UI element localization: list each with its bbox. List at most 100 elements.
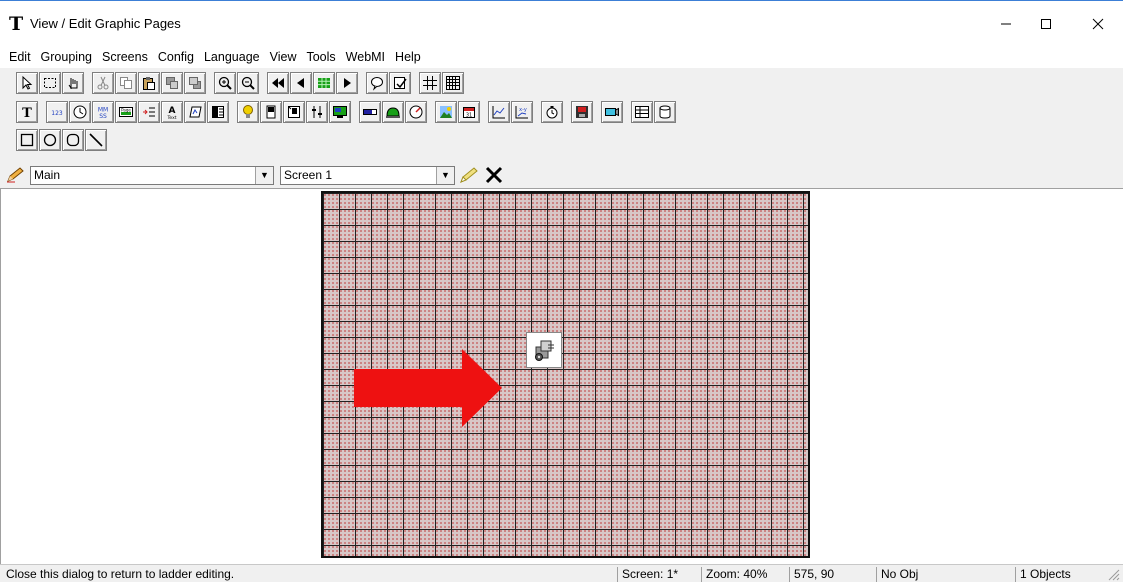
next-screen-icon (344, 78, 351, 88)
hand-pointer-button[interactable] (62, 72, 84, 94)
camera-button[interactable] (601, 101, 623, 123)
lamp-button[interactable] (237, 101, 259, 123)
trend-chart-button[interactable] (488, 101, 510, 123)
rectangle-tool-button[interactable] (16, 129, 38, 151)
numeric-display-button[interactable]: 123 (46, 101, 68, 123)
slider-button[interactable] (306, 101, 328, 123)
rename-screen-icon[interactable] (458, 165, 480, 185)
canvas-object[interactable] (526, 332, 562, 368)
title-bar: T View / Edit Graphic Pages (0, 0, 1123, 46)
app-icon: T (9, 13, 24, 35)
trend-chart-icon (492, 106, 505, 119)
tank-button[interactable] (654, 101, 676, 123)
numeric-display-icon: 123 (51, 110, 63, 117)
data-table-icon (635, 106, 649, 118)
bezel-button[interactable] (382, 101, 404, 123)
screen-select[interactable]: Screen 1 ▼ (280, 166, 455, 185)
clock-button[interactable] (69, 101, 91, 123)
next-screen-button[interactable] (336, 72, 358, 94)
svg-text:Page: Page (121, 108, 131, 113)
tank-icon (659, 105, 671, 119)
close-icon (1092, 18, 1104, 30)
grid-button[interactable] (419, 72, 441, 94)
switch-button[interactable] (260, 101, 282, 123)
minimize-icon (1001, 23, 1011, 25)
fine-grid-button[interactable] (442, 72, 464, 94)
pencil-icon[interactable] (5, 166, 25, 184)
resize-grip-icon[interactable] (1106, 567, 1120, 581)
chevron-down-icon[interactable]: ▼ (436, 167, 454, 184)
svg-text:x-y: x-y (519, 107, 527, 113)
gear-object-icon (535, 340, 554, 361)
bitmap-icon (189, 106, 202, 118)
red-arrow-annotation (354, 349, 502, 427)
page-button[interactable]: Page (115, 101, 137, 123)
text-label-button[interactable]: A Text (161, 101, 183, 123)
gauge-button[interactable] (405, 101, 427, 123)
menu-view[interactable]: View (265, 47, 302, 67)
text-tool-button[interactable]: T (16, 101, 38, 123)
send-back-button[interactable] (184, 72, 206, 94)
fine-grid-icon (446, 76, 460, 90)
svg-text:123: 123 (51, 110, 63, 117)
copy-icon (120, 77, 132, 89)
cut-button[interactable] (92, 72, 114, 94)
text-tool-icon: T (22, 106, 32, 120)
calendar-button[interactable]: 31 (458, 101, 480, 123)
menu-grouping[interactable]: Grouping (36, 47, 97, 67)
menu-config[interactable]: Config (153, 47, 199, 67)
screen-grid-button[interactable] (313, 72, 335, 94)
maximize-button[interactable] (1023, 9, 1069, 39)
time-display-button[interactable]: MM SS (92, 101, 114, 123)
drawing-toolbar (16, 129, 108, 151)
menu-webmi[interactable]: WebMI (341, 47, 390, 67)
marquee-select-icon (44, 78, 56, 88)
slider-icon (312, 106, 322, 118)
menu-help[interactable]: Help (390, 47, 426, 67)
grid-icon (423, 76, 437, 90)
paste-button[interactable] (138, 72, 160, 94)
menu-tools[interactable]: Tools (301, 47, 340, 67)
menu-screens[interactable]: Screens (97, 47, 153, 67)
page-select[interactable]: Main ▼ (30, 166, 274, 185)
zoom-in-button[interactable] (214, 72, 236, 94)
tooltip-icon (371, 77, 383, 91)
first-screen-button[interactable] (267, 72, 289, 94)
bitmap-button[interactable] (184, 101, 206, 123)
bar-button[interactable] (359, 101, 381, 123)
save-button[interactable] (571, 101, 593, 123)
copy-button[interactable] (115, 72, 137, 94)
picture-button[interactable] (435, 101, 457, 123)
selector-button[interactable] (283, 101, 305, 123)
svg-text:T: T (22, 106, 32, 120)
lamp-icon (243, 105, 253, 118)
zoom-out-button[interactable] (237, 72, 259, 94)
timer-button[interactable] (541, 101, 563, 123)
delete-screen-icon[interactable] (483, 165, 505, 185)
chevron-down-icon[interactable]: ▼ (255, 167, 273, 184)
screen-selector-bar: Main ▼ Screen 1 ▼ (0, 162, 1123, 188)
ellipse-tool-button[interactable] (39, 129, 61, 151)
time-display-icon: MMSS (98, 107, 108, 121)
pointer-tool-button[interactable] (16, 72, 38, 94)
menu-edit[interactable]: Edit (4, 47, 36, 67)
rounded-rectangle-tool-button[interactable] (62, 129, 84, 151)
monitor-button[interactable] (329, 101, 351, 123)
bring-front-button[interactable] (161, 72, 183, 94)
tooltip-button[interactable] (366, 72, 388, 94)
edit-property-button[interactable] (389, 72, 411, 94)
status-screen: Screen: 1* (617, 567, 702, 582)
table-icon (212, 106, 224, 118)
list-button[interactable] (138, 101, 160, 123)
status-zoom: Zoom: 40% (701, 567, 790, 582)
previous-screen-button[interactable] (290, 72, 312, 94)
menu-language[interactable]: Language (199, 47, 265, 67)
line-tool-button[interactable] (85, 129, 107, 151)
text-label-icon: AText (166, 106, 176, 120)
marquee-select-button[interactable] (39, 72, 61, 94)
svg-text:Text: Text (166, 115, 176, 120)
table-button[interactable] (207, 101, 229, 123)
data-table-button[interactable] (631, 101, 653, 123)
xy-chart-button[interactable]: x-y (511, 101, 533, 123)
close-button[interactable] (1075, 9, 1121, 39)
